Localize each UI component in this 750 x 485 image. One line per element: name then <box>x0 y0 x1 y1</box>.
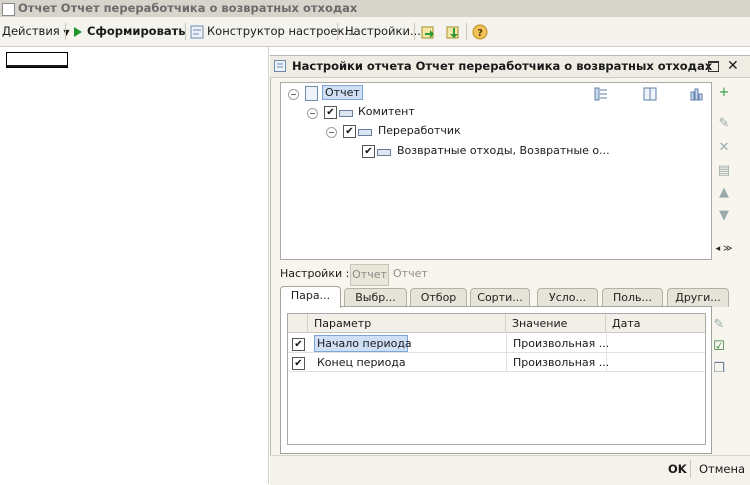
param-name: Конец периода <box>317 356 406 369</box>
ok-button[interactable]: OK <box>668 456 687 482</box>
toolbar-divider <box>65 23 66 40</box>
selected-cell[interactable] <box>6 52 68 68</box>
param-value: Произвольная ... <box>506 353 609 372</box>
toolbar-divider <box>466 23 467 40</box>
actions-menu[interactable]: Действия ▼ <box>2 17 70 46</box>
grouping-icon <box>339 110 353 117</box>
collapse-icon[interactable] <box>288 89 299 100</box>
tab-selected-fields[interactable]: Выбр... <box>344 288 407 307</box>
constructor-icon <box>190 25 204 38</box>
maximize-icon[interactable] <box>708 61 719 72</box>
settings-button[interactable]: Настройки... <box>345 17 421 46</box>
edit-icon[interactable]: ✎ <box>715 115 733 133</box>
play-icon <box>74 26 82 37</box>
tree-node-vozvratnye-othody[interactable]: Возвратные отходы, Возвратные о... <box>397 143 610 159</box>
report-area[interactable] <box>0 47 269 484</box>
main-toolbar: Действия ▼ Сформировать Конструктор наст… <box>0 17 750 47</box>
table-header-check <box>288 314 308 333</box>
load-settings-icon <box>421 26 434 38</box>
add-icon[interactable]: + <box>715 84 733 102</box>
add-grouping-icon[interactable] <box>593 86 609 102</box>
tab-conditional-appearance[interactable]: Усло... <box>537 288 598 307</box>
grouping-icon <box>377 149 391 156</box>
close-icon[interactable]: ✕ <box>727 56 739 77</box>
add-chart-icon[interactable] <box>689 86 705 102</box>
settings-mode-label: Настройки : <box>280 267 350 280</box>
parameters-side-toolbar: ✎ ☑ ❐ <box>710 316 730 382</box>
settings-mode-other-link[interactable]: Отчет <box>393 267 428 280</box>
check-all-icon[interactable]: ☑ <box>710 338 728 356</box>
svg-text:?: ? <box>477 28 483 39</box>
properties-icon[interactable]: ▤ <box>715 162 733 180</box>
settings-tabs: Пара... Выбр... Отбор Сорти... Усло... П… <box>276 286 736 308</box>
tab-parameters[interactable]: Пара... <box>280 286 341 308</box>
tree-node-label: Возвратные отходы, Возвратные о... <box>397 144 610 157</box>
save-settings-button[interactable] <box>445 17 461 46</box>
collapse-icon[interactable] <box>326 127 337 138</box>
tree-node-label: Отчет <box>322 85 363 100</box>
actions-label: Действия <box>2 24 60 38</box>
window-title: Отчет Отчет переработчика о возвратных о… <box>18 1 358 15</box>
add-table-icon[interactable] <box>642 86 658 102</box>
copy-icon[interactable]: ❐ <box>710 360 728 378</box>
tree-node-report[interactable]: Отчет <box>322 85 363 101</box>
report-structure-tree[interactable]: Отчет ✔ Комитент ✔ Переработчик ✔ Возвра… <box>280 82 712 260</box>
param-value: Произвольная ... <box>506 334 609 353</box>
tree-node-pererabotchik[interactable]: Переработчик <box>378 123 461 139</box>
tab-sorting[interactable]: Сорти... <box>470 288 530 307</box>
tab-user-fields[interactable]: Поль... <box>602 288 663 307</box>
move-down-icon[interactable]: ▼ <box>715 207 733 225</box>
report-node-icon <box>305 86 318 101</box>
window-title-bar: Отчет Отчет переработчика о возвратных о… <box>0 0 750 17</box>
table-header-date[interactable]: Дата <box>606 314 705 333</box>
save-settings-icon <box>446 26 459 38</box>
cancel-button[interactable]: Отмена <box>699 456 745 482</box>
help-icon: ? <box>472 24 488 39</box>
settings-dialog-icon <box>274 60 286 72</box>
tree-node-checkbox[interactable]: ✔ <box>362 145 375 158</box>
collapse-icon[interactable] <box>307 108 318 119</box>
report-window-icon <box>2 3 15 16</box>
dialog-title-bar: Настройки отчета Отчет переработчика о в… <box>270 56 750 78</box>
row-checkbox[interactable]: ✔ <box>292 357 305 370</box>
parameters-table[interactable]: Параметр Значение Дата ✔ Начало периода … <box>287 313 706 445</box>
grouping-icon <box>358 129 372 136</box>
generate-button[interactable]: Сформировать <box>74 17 186 46</box>
tree-node-checkbox[interactable]: ✔ <box>324 106 337 119</box>
settings-mode-report-button[interactable]: Отчет <box>350 264 389 286</box>
tree-node-label: Переработчик <box>378 124 461 137</box>
constructor-label: Конструктор настроек... <box>207 24 356 38</box>
toolbar-divider <box>337 23 338 40</box>
delete-icon[interactable]: ✕ <box>715 139 733 157</box>
param-date <box>606 353 607 372</box>
table-row[interactable]: ✔ Конец периода Произвольная ... <box>288 353 705 372</box>
tree-node-komitent[interactable]: Комитент <box>358 104 415 120</box>
settings-constructor-button[interactable]: Конструктор настроек... <box>190 17 355 46</box>
move-up-icon[interactable]: ▲ <box>715 184 733 202</box>
settings-label: Настройки... <box>345 24 421 38</box>
more-actions-icon[interactable]: ◂ ≫ <box>715 240 733 258</box>
table-header-parameter[interactable]: Параметр <box>308 314 506 333</box>
footer-divider <box>690 460 691 478</box>
tab-other[interactable]: Други... <box>667 288 729 307</box>
param-date <box>606 334 607 353</box>
param-name: Начало периода <box>314 335 412 352</box>
table-row[interactable]: ✔ Начало периода Произвольная ... <box>288 334 705 353</box>
row-checkbox[interactable]: ✔ <box>292 338 305 351</box>
dialog-title: Настройки отчета Отчет переработчика о в… <box>292 59 713 73</box>
edit-icon[interactable]: ✎ <box>710 316 728 334</box>
generate-label: Сформировать <box>87 24 186 38</box>
tab-filter[interactable]: Отбор <box>410 288 467 307</box>
toolbar-divider <box>414 23 415 40</box>
help-button[interactable]: ? <box>472 17 488 46</box>
dialog-footer: OK Отмена <box>270 455 750 485</box>
tree-node-checkbox[interactable]: ✔ <box>343 125 356 138</box>
toolbar-divider <box>185 23 186 40</box>
load-settings-button[interactable] <box>420 17 436 46</box>
tree-side-toolbar: + ✎ ✕ ▤ ▲ ▼ ◂ ≫ <box>714 84 736 256</box>
tree-node-label: Комитент <box>358 105 415 118</box>
table-header-value[interactable]: Значение <box>506 314 606 333</box>
